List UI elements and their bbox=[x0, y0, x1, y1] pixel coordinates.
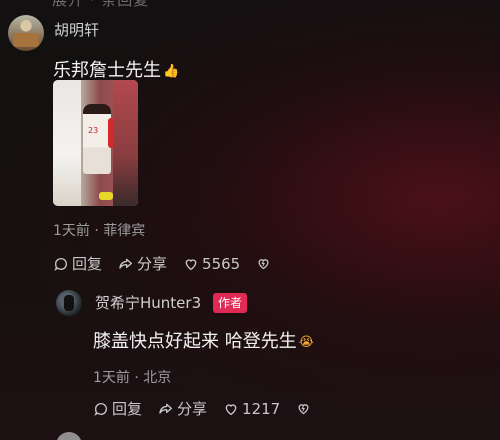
reply-label: 回复 bbox=[112, 400, 143, 418]
comment-meta: 1天前 · 北京 bbox=[93, 370, 172, 386]
avatar[interactable] bbox=[56, 290, 82, 316]
like-count: 1217 bbox=[242, 399, 281, 418]
comment-username[interactable]: 贺希宁Hunter3 bbox=[95, 292, 201, 313]
dislike-icon bbox=[298, 404, 309, 415]
comment-body: 膝盖快点好起来 哈登先生 bbox=[93, 331, 297, 352]
comment-text: 乐邦詹士先生 👍 bbox=[53, 56, 179, 82]
author-badge: 作者 bbox=[213, 293, 248, 313]
share-button[interactable]: 分享 bbox=[118, 253, 167, 274]
avatar[interactable] bbox=[56, 432, 82, 440]
jersey-number-graphic: 23 bbox=[88, 126, 99, 135]
share-label: 分享 bbox=[177, 400, 208, 418]
share-button[interactable]: 分享 bbox=[158, 398, 207, 419]
comment-actions: 回复 分享 5565 bbox=[53, 253, 271, 274]
comment-body: 乐邦詹士先生 bbox=[53, 60, 161, 81]
reply-button[interactable]: 回复 bbox=[93, 398, 142, 419]
reply-label: 回复 bbox=[72, 255, 103, 273]
photo-right-person bbox=[113, 80, 138, 206]
comment-text: 膝盖快点好起来 哈登先生 😭 bbox=[93, 327, 314, 353]
comment-photo[interactable]: 23 bbox=[53, 80, 138, 206]
comment-username[interactable]: 胡明轩 bbox=[54, 19, 99, 40]
dislike-icon bbox=[258, 259, 269, 270]
share-label: 分享 bbox=[137, 255, 168, 273]
like-button[interactable]: 1217 bbox=[223, 400, 280, 418]
photo-shoes bbox=[99, 192, 113, 200]
thumbs-up-icon: 👍 bbox=[163, 64, 180, 79]
like-button[interactable]: 5565 bbox=[183, 255, 240, 273]
collapsed-replies-link[interactable]: 展开 · 条回复 bbox=[52, 0, 149, 10]
reply-button[interactable]: 回复 bbox=[53, 253, 102, 274]
crying-face-icon: 😭 bbox=[298, 335, 314, 350]
reply-icon bbox=[54, 257, 67, 271]
comment-thread-screen: 展开 · 条回复 胡明轩 乐邦詹士先生 👍 23 1天前 · 菲律宾 回复 分享 … bbox=[0, 0, 500, 440]
heart-icon bbox=[185, 258, 197, 270]
dislike-button[interactable] bbox=[296, 401, 311, 416]
heart-icon bbox=[225, 403, 237, 415]
photo-player bbox=[83, 104, 111, 174]
comment-meta: 1天前 · 菲律宾 bbox=[53, 223, 146, 239]
dislike-button[interactable] bbox=[256, 256, 271, 271]
photo-left-person bbox=[53, 80, 81, 206]
avatar[interactable] bbox=[8, 15, 44, 51]
share-icon bbox=[159, 403, 173, 414]
like-count: 5565 bbox=[202, 254, 241, 273]
share-icon bbox=[119, 258, 133, 269]
comment-actions: 回复 分享 1217 bbox=[93, 398, 311, 419]
reply-icon bbox=[94, 402, 107, 416]
